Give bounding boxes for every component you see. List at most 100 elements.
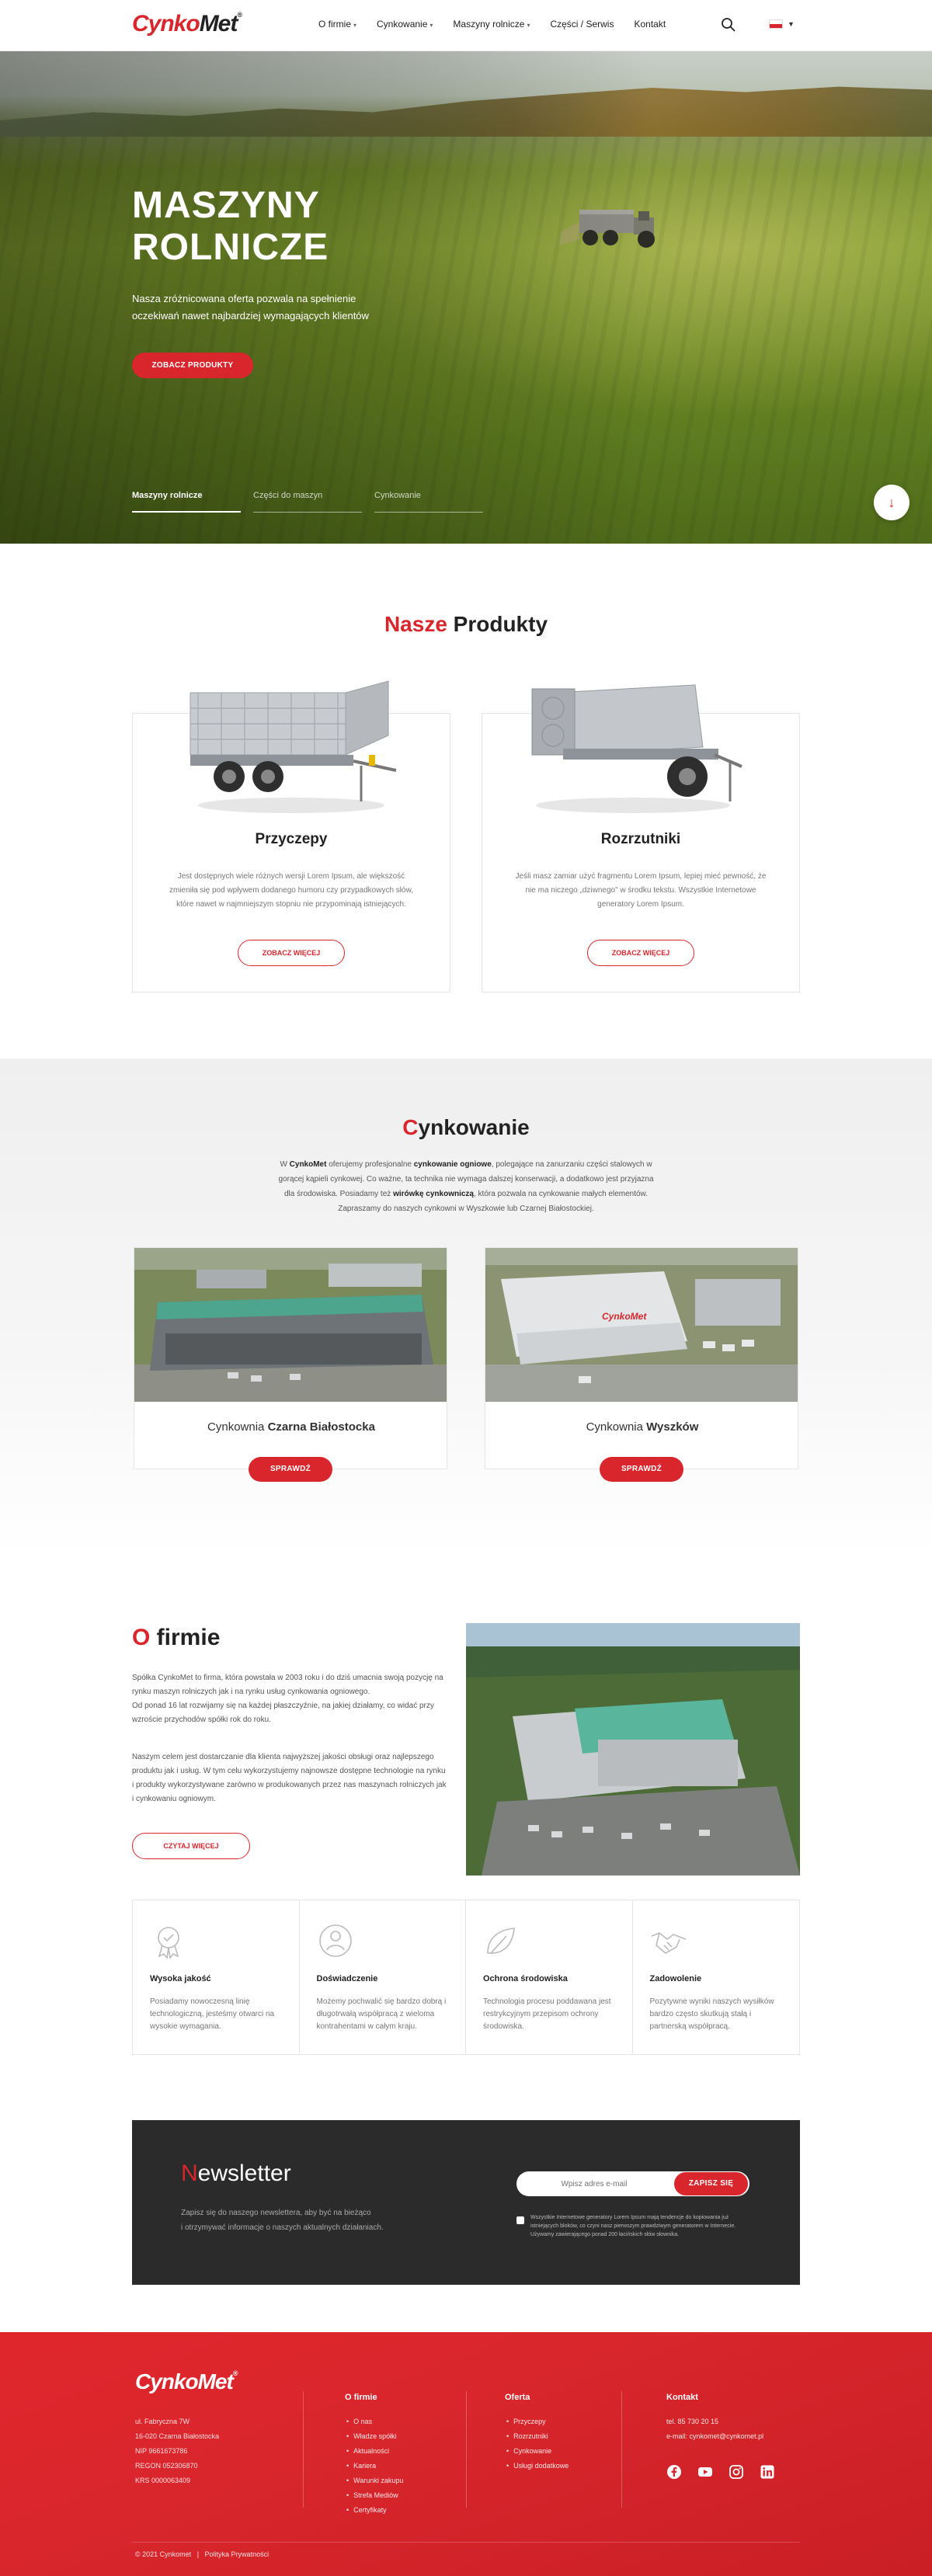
subscribe-button[interactable]: ZAPISZ SIĘ	[674, 2172, 748, 2195]
feature-title: Wysoka jakość	[150, 1974, 211, 1983]
footer-link[interactable]: Aktualności	[346, 2444, 403, 2459]
footer-link[interactable]: Usługi dodatkowe	[506, 2459, 569, 2473]
footer-divider	[621, 2391, 622, 2508]
nav-item-czesci-serwis[interactable]: Części / Serwis	[550, 19, 614, 30]
footer-logo[interactable]: CynkoMet®	[135, 2369, 238, 2394]
main-nav: O firmie ▾ Cynkowanie ▾ Maszyny rolnicze ▾ …	[318, 19, 666, 30]
newsletter-desc-line: Zapisz się do naszego newslettera, aby b…	[181, 2209, 371, 2217]
product-desc-trailers: Jest dostępnych wiele różnych wersji Lor…	[169, 872, 414, 909]
about-paragraph-2: Naszym celem jest dostarczanie dla klien…	[132, 1753, 447, 1803]
nav-item-kontakt[interactable]: Kontakt	[634, 19, 666, 30]
newsletter-box: Newsletter Zapisz się do naszego newslet…	[132, 2120, 800, 2285]
plant-name-bold: Czarna Białostocka	[267, 1420, 375, 1434]
nav-item-maszyny-rolnicze[interactable]: Maszyny rolnicze ▾	[453, 19, 530, 30]
footer-phone[interactable]: tel. 85 730 20 15	[666, 2414, 763, 2429]
search-icon[interactable]	[721, 17, 736, 33]
footer-link[interactable]: Cynkowanie	[506, 2444, 569, 2459]
footer-logo-text: CynkoMet	[135, 2369, 234, 2393]
logo-registered: ®	[237, 11, 242, 19]
footer-link[interactable]: Rozrzutniki	[506, 2429, 569, 2444]
nav-label: Cynkowanie	[377, 19, 428, 30]
quality-badge-icon	[158, 1927, 179, 1959]
see-more-spreaders-button[interactable]: ZOBACZ WIĘCEJ	[587, 940, 694, 966]
spreader-image	[531, 684, 742, 813]
feature-title: Zadowolenie	[649, 1974, 702, 1983]
product-name-spreaders: Rozrzutniki	[600, 831, 681, 847]
hero-description: Nasza zróżnicowana oferta pozwala na spe…	[132, 293, 369, 322]
footer-link[interactable]: O nas	[346, 2414, 403, 2429]
intro-text: , która pozwala na cynkowanie małych ele…	[474, 1190, 649, 1198]
intro-brand: CynkoMet	[289, 1160, 327, 1169]
consent-checkbox[interactable]	[516, 2216, 524, 2224]
galvanizing-intro: W CynkoMet oferujemy profesjonalne cynko…	[276, 1157, 656, 1216]
footer-col-title-contact: Kontakt	[666, 2393, 698, 2402]
feature-environment: Ochrona środowiska Technologia procesu p…	[466, 1900, 633, 2054]
hero-tab-czesci[interactable]: Części do maszyn	[253, 491, 362, 513]
galvanizing-title-accent: C	[402, 1115, 419, 1139]
footer-col-title-offer: Oferta	[505, 2393, 530, 2402]
footer-link[interactable]: Certyfikaty	[346, 2503, 403, 2518]
footer-link[interactable]: Kariera	[346, 2459, 403, 2473]
footer-link[interactable]: Warunki zakupu	[346, 2473, 403, 2488]
footer-divider	[466, 2391, 467, 2508]
about-aerial-photo	[466, 1623, 800, 1876]
chevron-down-icon: ▾	[527, 22, 530, 29]
check-czarna-button[interactable]: SPRAWDŹ	[249, 1457, 332, 1482]
newsletter-title: Newsletter	[181, 2161, 291, 2187]
footer-address: ul. Fabryczna 7W 16-020 Czarna Białostoc…	[135, 2414, 219, 2488]
feature-title: Doświadczenie	[316, 1974, 378, 1983]
feature-experience: Doświadczenie Możemy pochwalić się bardz…	[300, 1900, 466, 2054]
footer-link[interactable]: Strefa Mediów	[346, 2488, 403, 2503]
privacy-policy-link[interactable]: Polityka Prywatności	[205, 2550, 270, 2558]
see-more-trailers-button[interactable]: ZOBACZ WIĘCEJ	[238, 940, 345, 966]
feature-desc: Możemy pochwalić się bardzo dobrą i dług…	[316, 1997, 447, 2031]
plant-card-czarna: Cynkownia Czarna Białostocka	[134, 1247, 447, 1469]
about-text: Od ponad 16 lat rozwijamy się na każdej …	[132, 1702, 434, 1724]
address-line: ul. Fabryczna 7W	[135, 2418, 190, 2425]
footer-col-title-company: O firmie	[345, 2393, 377, 2402]
about-title-rest: firmie	[150, 1625, 221, 1650]
about-paragraph-1: Spółka CynkoMet to firma, która powstała…	[132, 1671, 447, 1727]
galvanizing-title-rest: ynkowanie	[418, 1115, 530, 1139]
plant-card-wyszkow: CynkoMet Cynkownia Wyszków	[485, 1247, 798, 1469]
nav-item-o-firmie[interactable]: O firmie ▾	[318, 19, 356, 30]
nav-label: Części / Serwis	[550, 19, 614, 30]
features-grid: Wysoka jakość Posiadamy nowoczesną linię…	[132, 1900, 800, 2055]
trailer-image	[190, 680, 397, 813]
footer-divider	[303, 2391, 304, 2508]
see-products-button[interactable]: ZOBACZ PRODUKTY	[132, 353, 253, 378]
instagram-icon[interactable]	[729, 2464, 744, 2480]
footer-logo-registered: ®	[232, 2369, 238, 2377]
linkedin-icon[interactable]	[760, 2464, 775, 2480]
svg-text:CynkoMet: CynkoMet	[602, 1311, 647, 1322]
address-line: KRS 0000063409	[135, 2477, 191, 2484]
consent-text: Wszystkie Internetowe generatory Lorem I…	[530, 2215, 736, 2237]
language-switcher[interactable]: ▼	[769, 19, 795, 29]
newsletter-description: Zapisz się do naszego newslettera, aby b…	[181, 2206, 398, 2235]
plant-photo-wyszkow: CynkoMet	[485, 1248, 798, 1402]
logo-text-red: Cynko	[132, 11, 200, 37]
email-input[interactable]	[516, 2171, 672, 2196]
footer-link[interactable]: Władze spółki	[346, 2429, 403, 2444]
newsletter-title-accent: N	[181, 2161, 198, 2186]
footer-bottom-divider	[132, 2542, 800, 2543]
logo[interactable]: CynkoMet®	[132, 11, 242, 37]
footer-company-links: O nas Władze spółki Aktualności Kariera …	[346, 2414, 403, 2518]
plant-name-czarna: Cynkownia Czarna Białostocka	[134, 1420, 448, 1434]
hero-tabs: Maszyny rolnicze Części do maszyn Cynkow…	[132, 491, 483, 513]
check-wyszkow-button[interactable]: SPRAWDŹ	[600, 1457, 683, 1482]
nav-item-cynkowanie[interactable]: Cynkowanie ▾	[377, 19, 433, 30]
facebook-icon[interactable]	[666, 2464, 682, 2480]
intro-text: oferujemy profesjonalne	[326, 1160, 414, 1169]
logo-text-dark: Met	[199, 11, 238, 37]
read-more-button[interactable]: CZYTAJ WIĘCEJ	[132, 1833, 250, 1859]
pl-flag-icon	[769, 19, 783, 29]
hero-tab-maszyny[interactable]: Maszyny rolnicze	[132, 491, 241, 513]
about-title-accent: O	[132, 1625, 151, 1650]
scroll-down-button[interactable]: ↓	[874, 485, 909, 520]
plant-name-bold: Wyszków	[646, 1420, 699, 1434]
hero-tab-cynkowanie[interactable]: Cynkowanie	[374, 491, 483, 513]
footer-email[interactable]: e-mail: cynkomet@cynkomet.pl	[666, 2429, 763, 2444]
footer-link[interactable]: Przyczepy	[506, 2414, 569, 2429]
youtube-icon[interactable]	[697, 2464, 713, 2480]
